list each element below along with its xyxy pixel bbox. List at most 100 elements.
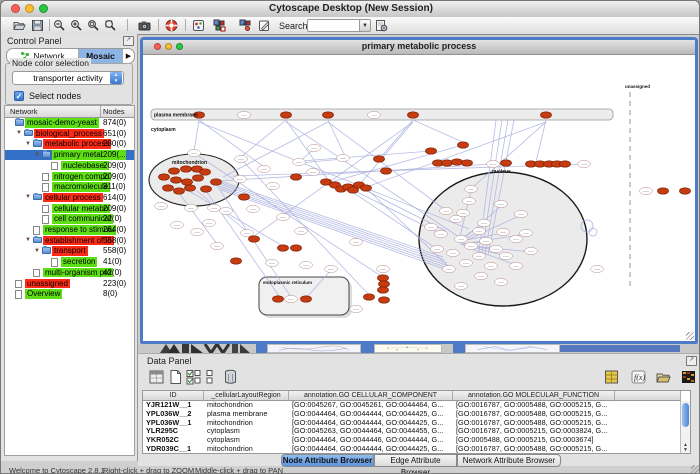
network-node[interactable]	[377, 265, 390, 272]
network-node[interactable]	[211, 242, 224, 249]
network-node[interactable]	[171, 221, 184, 228]
hidden-window-edge[interactable]	[361, 344, 374, 353]
network-node-selected-red[interactable]	[458, 142, 469, 148]
network-node[interactable]	[487, 160, 500, 167]
network-node[interactable]	[525, 247, 538, 254]
hidden-network-preview[interactable]	[465, 344, 560, 353]
help-lifering-icon[interactable]	[165, 19, 178, 32]
table-cell[interactable]: [GO:0044464, GO:0044444, GO:0044425, G..…	[289, 445, 453, 454]
network-node-selected-red[interactable]	[211, 179, 222, 185]
scrollbar-thumb[interactable]	[682, 403, 689, 427]
network-node-selected-red[interactable]	[541, 112, 552, 118]
tree-row-label[interactable]: macromolecule	[52, 182, 110, 192]
network-canvas[interactable]: plasma membranecytoplasmmitochondrionnuc…	[143, 54, 695, 341]
network-overlay-icon-1[interactable]	[213, 19, 226, 32]
expand-arrow-icon[interactable]: ▼	[25, 194, 31, 200]
tree-row-label[interactable]: mosaic-demo-yeast	[25, 118, 99, 128]
open-session-icon[interactable]	[13, 19, 26, 32]
tree-row[interactable]: ▼cellular process614(0)	[5, 192, 134, 203]
search-config-icon[interactable]	[375, 19, 388, 32]
network-node-selected-red[interactable]	[680, 188, 691, 194]
network-node-selected-red[interactable]	[163, 185, 174, 191]
network-node[interactable]	[473, 252, 486, 259]
table-cell[interactable]: YDR039C__1	[143, 445, 204, 454]
zoom-fit-icon[interactable]	[104, 19, 117, 32]
table-cell[interactable]: [GO:0016787, GO:0005488, GO:0005215, G..…	[453, 401, 615, 410]
zoom-selected-icon[interactable]	[87, 19, 100, 32]
table-cell[interactable]: mitochondrion	[204, 419, 289, 428]
table-cell[interactable]: YLR295C	[143, 427, 204, 436]
tree-row[interactable]: ▼biological_process651(0)	[5, 128, 134, 139]
network-node-selected-red[interactable]	[364, 294, 375, 300]
network-node[interactable]	[368, 111, 381, 118]
tree-row-label[interactable]: biological_process	[34, 129, 104, 139]
tree-row-label[interactable]: cellular process	[43, 193, 103, 203]
network-node[interactable]	[510, 235, 523, 242]
table-cell[interactable]: YJR121W__1	[143, 401, 204, 410]
network-node[interactable]	[307, 168, 320, 175]
table-cell[interactable]: [GO:0016787, GO:0005488, GO:0005215, G..…	[453, 410, 615, 419]
compartment-nucleus[interactable]	[419, 172, 587, 306]
network-node[interactable]	[500, 252, 513, 259]
tree-row[interactable]: cell communicat22(0)	[5, 214, 134, 225]
table-cell[interactable]: cytoplasm	[204, 436, 289, 445]
table-cell[interactable]: YPL036W__1	[143, 419, 204, 428]
network-node[interactable]	[350, 238, 363, 245]
network-node[interactable]	[337, 154, 350, 161]
network-node[interactable]	[185, 204, 198, 211]
network-node-selected-red[interactable]	[361, 185, 372, 191]
network-node[interactable]	[578, 160, 591, 167]
network-node[interactable]	[640, 187, 653, 194]
network-node-selected-red[interactable]	[291, 174, 302, 180]
table-column-header[interactable]: annotation.GO CELLULAR_COMPONENT	[289, 391, 453, 401]
network-node[interactable]	[455, 235, 468, 242]
hidden-window-edge[interactable]	[560, 345, 680, 352]
expand-arrow-icon[interactable]: ▼	[34, 248, 40, 254]
hidden-network-preview[interactable]	[374, 344, 442, 353]
tree-row[interactable]: ▼establishment of lo558(0)	[5, 235, 134, 246]
network-node[interactable]	[478, 219, 491, 226]
network-node-selected-red[interactable]	[442, 160, 453, 166]
network-node[interactable]	[520, 229, 533, 236]
network-node[interactable]	[285, 295, 298, 302]
table-column-header[interactable]: _cellularLayoutRegion	[204, 391, 289, 401]
tree-row[interactable]: ▼transport558(0)	[5, 246, 134, 257]
tree-row-label[interactable]: nucleobase-	[61, 161, 109, 171]
tree-row-label[interactable]: secretion	[61, 257, 97, 267]
network-node[interactable]	[510, 262, 523, 269]
attribute-table[interactable]: ID_cellularLayoutRegionannotation.GO CEL…	[142, 390, 691, 454]
table-cell[interactable]: YKR052C	[143, 436, 204, 445]
network-node-selected-red[interactable]	[381, 168, 392, 174]
view-resize-grip[interactable]	[686, 332, 694, 340]
network-node[interactable]	[447, 249, 460, 256]
unselect-all-attributes-icon[interactable]	[204, 369, 219, 385]
dropdown-stepper-icon[interactable]: ▲▼	[110, 72, 122, 84]
network-node-selected-red[interactable]	[379, 297, 390, 303]
network-node[interactable]	[475, 272, 488, 279]
table-cell[interactable]: [GO:0045263, GO:0044464, GO:0044455, G..…	[289, 427, 453, 436]
network-node-selected-red[interactable]	[249, 236, 260, 242]
table-scrollbar[interactable]: ▲▼	[680, 401, 690, 453]
network-node-selected-red[interactable]	[159, 174, 170, 180]
select-attributes-icon[interactable]	[149, 369, 164, 385]
network-node[interactable]	[425, 223, 438, 230]
tree-row[interactable]: nucleobase-209(0)	[5, 160, 134, 171]
float-panel-icon[interactable]: ↗	[123, 36, 134, 46]
network-node[interactable]	[350, 305, 363, 312]
float-panel-icon[interactable]: ↗	[686, 356, 697, 366]
tree-row[interactable]: ▼metabolic process280(0)	[5, 139, 134, 150]
tree-row[interactable]: Overview8(0)	[5, 289, 134, 300]
node-color-dropdown[interactable]: transporter activity	[12, 71, 124, 85]
tree-row[interactable]: macromolecule311(0)	[5, 182, 134, 193]
network-node-selected-red[interactable]	[378, 275, 389, 281]
network-node-selected-red[interactable]	[181, 166, 192, 172]
tree-row-label[interactable]: cellular metabo	[52, 204, 110, 214]
table-cell[interactable]: [GO:0045267, GO:0045261, GO:0044464, G..…	[289, 401, 453, 410]
search-input[interactable]	[307, 19, 365, 32]
expand-arrow-icon[interactable]: ▼	[34, 152, 40, 158]
network-node[interactable]	[267, 182, 280, 189]
window-resize-grip[interactable]	[691, 465, 699, 473]
tabs-overflow-arrow[interactable]: ▶	[123, 49, 134, 63]
edit-annotation-icon[interactable]	[258, 19, 271, 32]
network-node[interactable]	[220, 207, 233, 214]
